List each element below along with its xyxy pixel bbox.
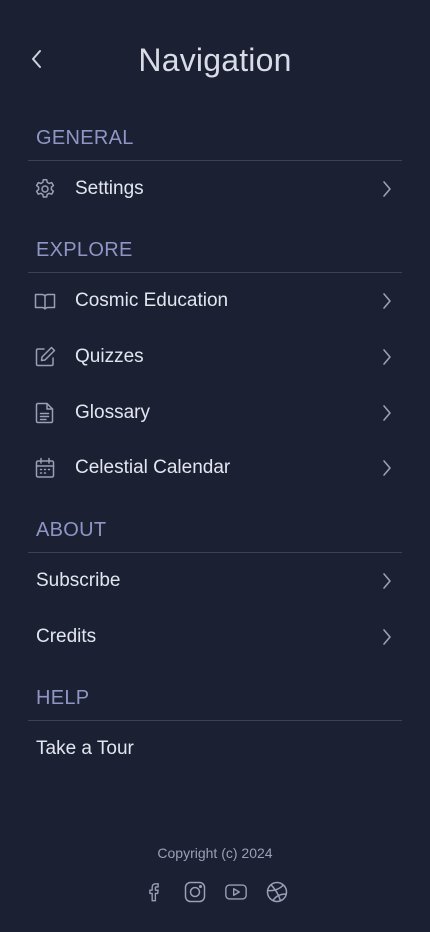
edit-icon: [33, 345, 57, 369]
nav-item-credits[interactable]: Credits: [28, 611, 402, 663]
nav-item-label: Take a Tour: [36, 738, 134, 759]
nav-item-celestial-calendar[interactable]: Celestial Calendar: [28, 442, 402, 494]
section-header-general: GENERAL: [28, 115, 402, 161]
section-title-explore: EXPLORE: [36, 239, 133, 261]
youtube-icon[interactable]: [224, 880, 248, 904]
document-icon: [33, 401, 57, 425]
section-header-help: HELP: [28, 675, 402, 721]
footer: Copyright (c) 2024: [0, 845, 430, 863]
social-links: [0, 880, 430, 904]
nav-item-subscribe[interactable]: Subscribe: [28, 555, 402, 607]
instagram-icon[interactable]: [183, 880, 207, 904]
chevron-right-icon: [380, 569, 394, 593]
chevron-right-icon: [380, 177, 394, 201]
section-header-about: ABOUT: [28, 507, 402, 553]
nav-item-settings[interactable]: Settings: [28, 163, 402, 215]
nav-item-label: Glossary: [75, 402, 150, 423]
chevron-right-icon: [380, 625, 394, 649]
gear-icon: [33, 177, 57, 201]
dribbble-icon[interactable]: [265, 880, 289, 904]
chevron-right-icon: [380, 401, 394, 425]
nav-item-glossary[interactable]: Glossary: [28, 387, 402, 439]
nav-item-take-a-tour[interactable]: Take a Tour: [28, 723, 402, 775]
chevron-right-icon: [380, 289, 394, 313]
chevron-right-icon: [380, 345, 394, 369]
book-icon: [33, 289, 57, 313]
nav-item-label: Settings: [75, 178, 144, 199]
nav-item-cosmic-education[interactable]: Cosmic Education: [28, 275, 402, 327]
nav-item-label: Credits: [36, 626, 97, 647]
facebook-icon[interactable]: [142, 880, 166, 904]
nav-item-label: Cosmic Education: [75, 290, 229, 311]
header: Navigation: [0, 0, 430, 120]
section-title-general: GENERAL: [36, 127, 134, 149]
chevron-right-icon: [380, 456, 394, 480]
calendar-icon: [33, 456, 57, 480]
section-title-about: ABOUT: [36, 519, 107, 541]
page-title: Navigation: [138, 42, 292, 78]
section-header-explore: EXPLORE: [28, 227, 402, 273]
section-title-help: HELP: [36, 687, 90, 709]
nav-item-quizzes[interactable]: Quizzes: [28, 331, 402, 383]
nav-item-label: Quizzes: [75, 346, 144, 367]
nav-item-label: Subscribe: [36, 570, 121, 591]
copyright-text: Copyright (c) 2024: [157, 845, 273, 861]
nav-item-label: Celestial Calendar: [75, 457, 231, 478]
